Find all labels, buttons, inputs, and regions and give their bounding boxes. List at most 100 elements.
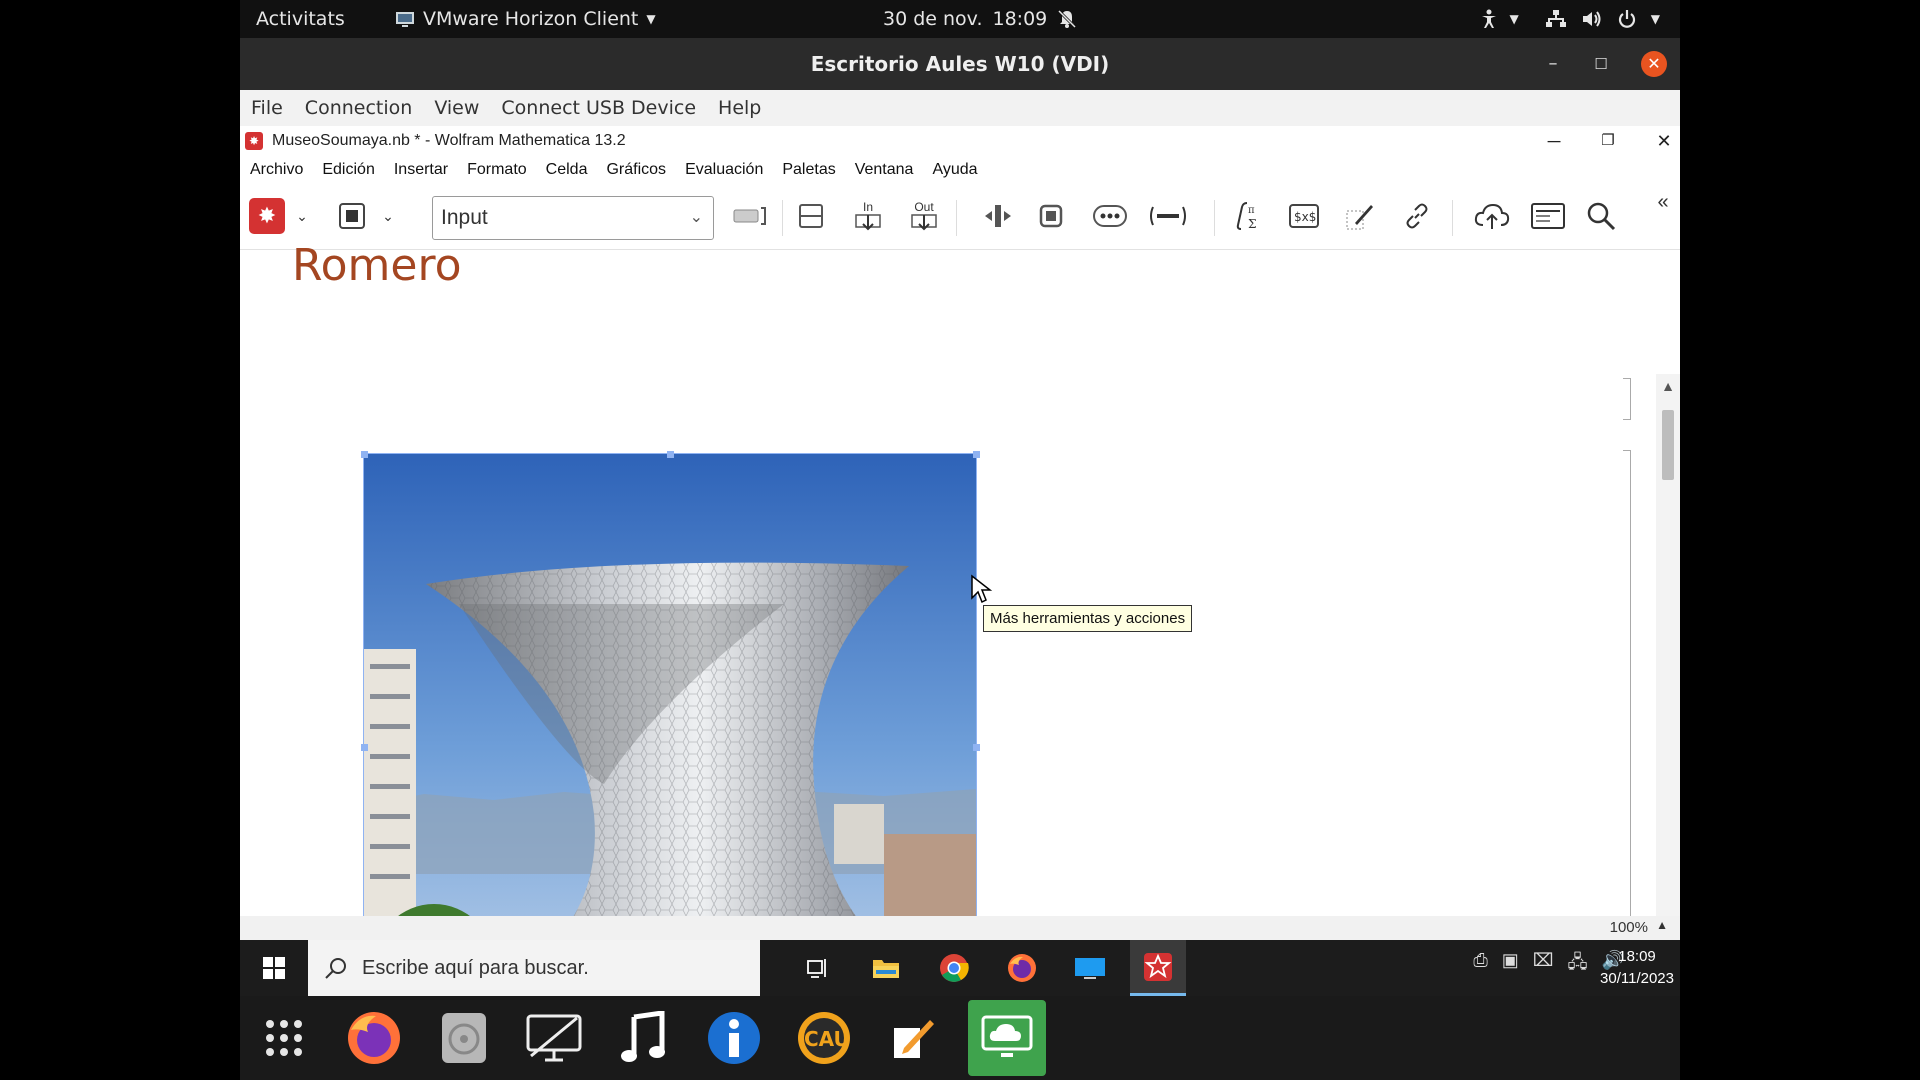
svg-text:CAU: CAU: [804, 1027, 850, 1051]
app-menu[interactable]: VMware Horizon Client ▼: [395, 0, 656, 38]
windows-clock[interactable]: 18:09 30/11/2023: [1600, 946, 1674, 990]
taskbar-file-explorer[interactable]: [858, 940, 914, 996]
network-icon[interactable]: 🖧: [1568, 950, 1588, 980]
split-cell-button[interactable]: [980, 198, 1016, 234]
show-apps-button[interactable]: [252, 1006, 316, 1070]
more-button[interactable]: [1090, 198, 1130, 234]
notebook-content[interactable]: Romero ▲: [240, 240, 1680, 996]
dock-remote-desktop[interactable]: [522, 1006, 586, 1070]
section-title[interactable]: Romero: [292, 240, 462, 291]
vertical-scrollbar[interactable]: ▲ ▼: [1656, 374, 1680, 996]
cloud-desktop-icon: [981, 1015, 1033, 1057]
dock-music[interactable]: [612, 1006, 676, 1070]
selection-handle[interactable]: [667, 451, 674, 458]
menu-evaluacion[interactable]: Evaluación: [685, 161, 763, 179]
menu-help[interactable]: Help: [718, 97, 761, 119]
menu-archivo[interactable]: Archivo: [250, 161, 303, 179]
clock[interactable]: 30 de nov. 18:09: [883, 0, 1077, 38]
museum-image[interactable]: [363, 453, 977, 996]
monitor-icon: [1075, 958, 1105, 979]
status-menu[interactable]: ▼: [1545, 0, 1660, 38]
scroll-up-icon[interactable]: ▲: [1656, 378, 1680, 394]
chevron-up-icon[interactable]: ▲: [1656, 918, 1668, 932]
group-cells-button[interactable]: [794, 198, 828, 234]
menu-file[interactable]: File: [251, 97, 283, 119]
activities-button[interactable]: Activitats: [256, 0, 345, 38]
close-button[interactable]: ✕: [1644, 126, 1680, 156]
cloud-publish-button[interactable]: [1472, 198, 1512, 234]
search-button[interactable]: [1584, 198, 1618, 234]
insert-input-button[interactable]: In: [850, 198, 886, 234]
zoom-level[interactable]: 100%: [1610, 919, 1648, 936]
menu-ventana[interactable]: Ventana: [855, 161, 914, 179]
abort-button[interactable]: [335, 198, 369, 234]
menu-edicion[interactable]: Edición: [322, 161, 374, 179]
vmware-tray-icon[interactable]: ▣: [1502, 950, 1519, 980]
taskbar-mathematica[interactable]: [1130, 940, 1186, 996]
selection-handle[interactable]: [973, 744, 980, 751]
cell-bracket[interactable]: [1623, 378, 1631, 420]
chevron-down-icon[interactable]: ⌄: [376, 198, 400, 234]
minimize-button[interactable]: ─: [1534, 126, 1574, 156]
search-icon: [325, 958, 346, 979]
evaluate-button[interactable]: ✸: [249, 198, 285, 234]
menu-ayuda[interactable]: Ayuda: [932, 161, 977, 179]
windows-clock-date: 30/11/2023: [1600, 970, 1674, 987]
in-label: In: [862, 200, 873, 214]
system-tray: ▼ ▼: [1480, 0, 1660, 38]
cell-style-select[interactable]: Input ⌄: [432, 196, 714, 240]
menu-connection[interactable]: Connection: [305, 97, 413, 119]
dock-disks[interactable]: [432, 1006, 496, 1070]
maximize-button[interactable]: ☐: [1586, 38, 1616, 90]
usb-icon[interactable]: ⌧: [1533, 950, 1554, 980]
taskbar-chrome[interactable]: [926, 940, 982, 996]
menu-paletas[interactable]: Paletas: [782, 161, 835, 179]
search-icon: [1587, 202, 1616, 231]
menu-celda[interactable]: Celda: [546, 161, 588, 179]
svg-text:π: π: [1248, 205, 1255, 216]
drawing-tools-button[interactable]: [1342, 198, 1378, 234]
menu-view[interactable]: View: [434, 97, 479, 119]
selection-handle[interactable]: [973, 451, 980, 458]
menu-formato[interactable]: Formato: [467, 161, 527, 179]
selection-handle[interactable]: [361, 451, 368, 458]
taskbar-firefox[interactable]: [994, 940, 1050, 996]
chevron-down-icon[interactable]: ⌄: [290, 198, 314, 234]
dock-text-editor[interactable]: [882, 1006, 946, 1070]
merge-cell-icon: [1039, 204, 1063, 228]
link-icon: [1406, 203, 1428, 229]
notebook-options-button[interactable]: [1528, 198, 1568, 234]
edit-icon: [894, 1020, 934, 1058]
task-view-button[interactable]: [790, 940, 846, 996]
cell-bracket[interactable]: [1623, 450, 1631, 996]
taskbar-search[interactable]: Escribe aquí para buscar.: [308, 940, 760, 996]
accessibility-menu[interactable]: ▼: [1480, 0, 1519, 38]
tex-button[interactable]: $x$: [1286, 198, 1322, 234]
horizon-app-icon: [396, 12, 414, 27]
collapse-toolbar-button[interactable]: «: [1652, 184, 1674, 220]
selection-handle[interactable]: [361, 744, 368, 751]
scroll-thumb[interactable]: [1662, 410, 1674, 480]
restore-button[interactable]: ❐: [1588, 126, 1628, 156]
taskbar-remote-app[interactable]: [1062, 940, 1118, 996]
cell-bracket-button[interactable]: [730, 198, 770, 234]
merge-cell-button[interactable]: [1034, 198, 1068, 234]
insert-output-button[interactable]: Out: [906, 198, 942, 234]
menu-graficos[interactable]: Gráficos: [606, 161, 666, 179]
more-tools-button[interactable]: [1146, 198, 1190, 234]
menu-connect-usb[interactable]: Connect USB Device: [501, 97, 696, 119]
dock-horizon-client[interactable]: [968, 1000, 1046, 1076]
chrome-icon: [940, 954, 969, 982]
printer-icon[interactable]: ⎙: [1473, 950, 1487, 980]
dock-cau[interactable]: CAU: [792, 1006, 856, 1070]
windows-logo-icon: [263, 957, 285, 979]
hyperlink-button[interactable]: [1400, 198, 1434, 234]
dock-info[interactable]: [702, 1006, 766, 1070]
firefox-icon: [348, 1012, 400, 1064]
start-button[interactable]: [240, 940, 308, 996]
dock-firefox[interactable]: [342, 1006, 406, 1070]
minimize-button[interactable]: –: [1538, 38, 1568, 90]
math-assistant-button[interactable]: πΣ: [1230, 198, 1264, 234]
menu-insertar[interactable]: Insertar: [394, 161, 448, 179]
close-button[interactable]: ✕: [1641, 51, 1667, 77]
